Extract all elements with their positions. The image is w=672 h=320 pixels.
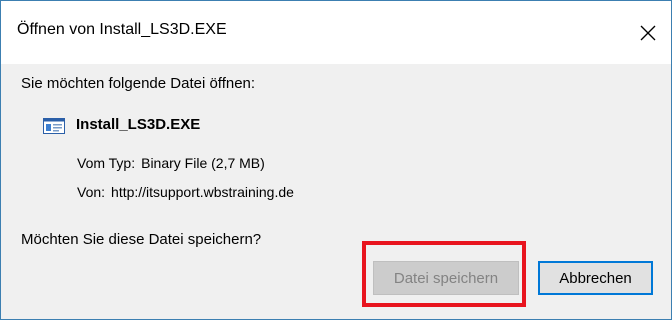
executable-file-icon <box>43 118 65 134</box>
file-type-label: Vom Typ: <box>77 155 136 171</box>
file-type-value: Binary File (2,7 MB) <box>141 155 265 171</box>
title-bar: Öffnen von Install_LS3D.EXE <box>1 1 671 64</box>
open-prompt: Sie möchten folgende Datei öffnen: <box>21 75 256 92</box>
close-button[interactable] <box>625 1 671 64</box>
save-question: Möchten Sie diese Datei speichern? <box>21 231 262 248</box>
save-file-button[interactable]: Datei speichern <box>373 261 519 295</box>
file-open-dialog: Öffnen von Install_LS3D.EXE Sie möchten … <box>0 0 672 320</box>
file-source-row: Von: http://itsupport.wbstraining.de <box>77 184 294 200</box>
window-title: Öffnen von Install_LS3D.EXE <box>17 21 227 38</box>
file-name: Install_LS3D.EXE <box>76 116 201 133</box>
file-source-value: http://itsupport.wbstraining.de <box>111 184 294 200</box>
file-source-label: Von: <box>77 184 106 200</box>
cancel-button[interactable]: Abbrechen <box>538 261 653 295</box>
close-icon <box>640 25 656 40</box>
file-type-row: Vom Typ: Binary File (2,7 MB) <box>77 155 265 171</box>
dialog-body: Sie möchten folgende Datei öffnen: Insta… <box>1 64 671 319</box>
